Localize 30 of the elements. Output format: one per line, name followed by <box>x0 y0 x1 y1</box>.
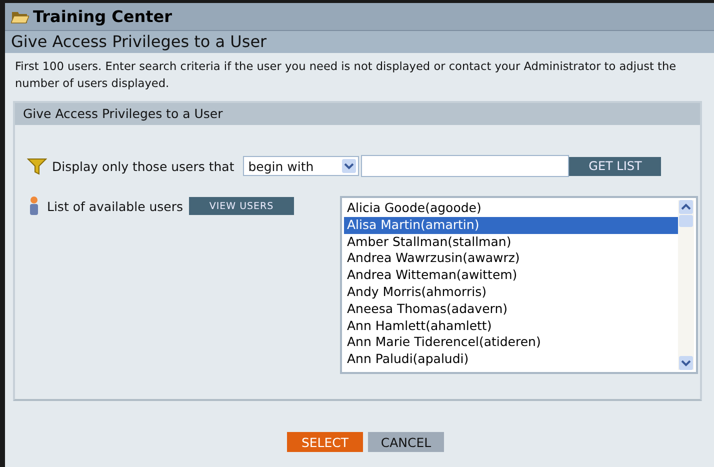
cancel-button[interactable]: CANCEL <box>368 432 444 452</box>
get-list-button[interactable]: GET LIST <box>569 156 662 176</box>
select-button[interactable]: SELECT <box>287 432 363 452</box>
user-option[interactable]: Andy Morris(ahmorris) <box>344 284 678 301</box>
funnel-icon <box>27 157 47 175</box>
search-field[interactable] <box>361 155 570 177</box>
folder-icon <box>11 10 29 24</box>
view-users-button[interactable]: VIEW USERS <box>189 197 294 215</box>
intro-text: First 100 users. Enter search criteria if the user you need is not displayed or contact your Administrator to adjust the number of users displayed. <box>14 59 678 92</box>
user-option[interactable]: Ann Hamlett(ahamlett) <box>344 318 678 334</box>
users-listbox[interactable] <box>340 196 698 374</box>
user-option[interactable]: Andrea Wawrzusin(awawrz) <box>344 250 678 268</box>
user-option[interactable]: Ann Marie Tiderencel(atideren) <box>344 334 678 352</box>
user-option[interactable]: Andrea Witteman(awittem) <box>344 267 678 284</box>
person-icon <box>29 196 39 216</box>
section-title: Give Access Privileges to a User <box>15 103 700 125</box>
scroll-thumb[interactable] <box>679 215 693 227</box>
user-option[interactable]: Amber Stallman(stallman) <box>344 234 678 250</box>
user-option[interactable]: Alicia Goode(agoode) <box>344 200 678 217</box>
scrollbar[interactable] <box>678 200 694 370</box>
scroll-down-icon[interactable] <box>679 356 693 370</box>
user-option[interactable]: Ann Paludi(apaludi) <box>344 351 678 368</box>
window-title: Training Center <box>33 7 172 26</box>
user-option[interactable]: Aneesa Thomas(adavern) <box>344 300 678 318</box>
scroll-up-icon[interactable] <box>679 200 693 214</box>
condition-dropdown[interactable]: begin with <box>243 156 360 176</box>
users-label: List of available users <box>47 198 184 214</box>
filter-label: Display only those users that <box>52 158 234 174</box>
user-option[interactable]: Alisa Martin(amartin) <box>344 216 678 234</box>
page-title: Give Access Privileges to a User <box>5 31 714 53</box>
